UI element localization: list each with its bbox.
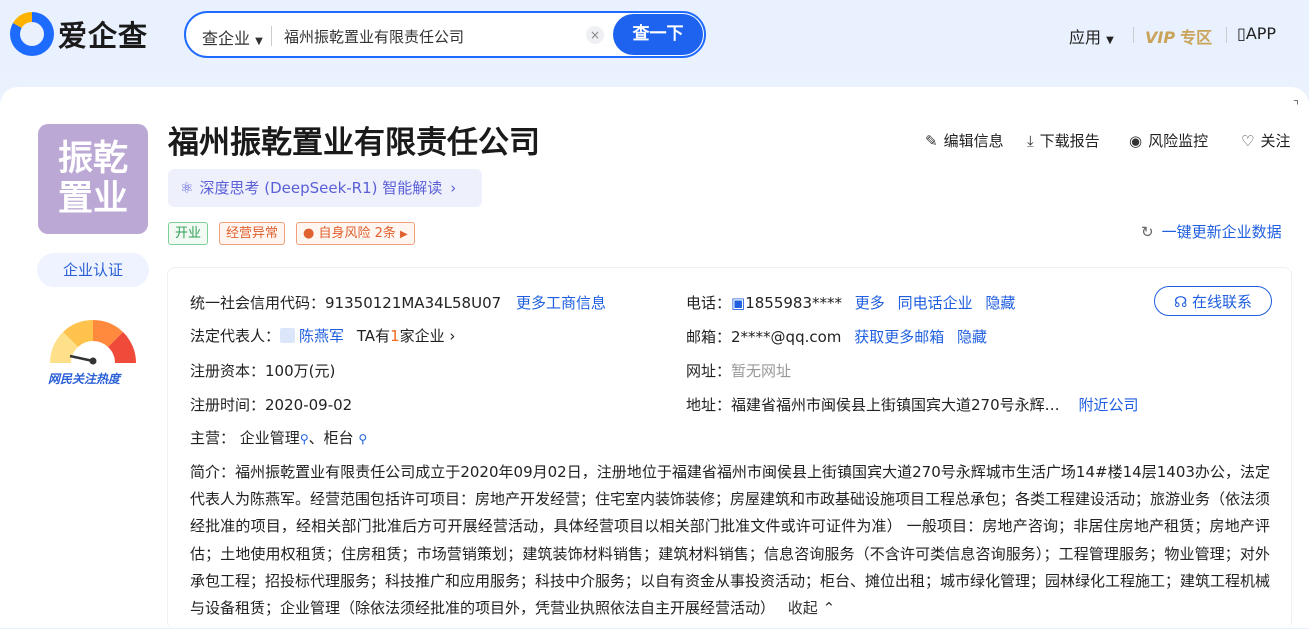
headset-icon: ☊ [1173,293,1188,311]
download-icon: ⤓ [1027,131,1034,150]
reg-time-row: 注册时间：2020-09-02 [190,396,353,414]
pencil-icon: ✎ [925,131,938,150]
avatar-icon [280,328,296,343]
nearby-companies-link[interactable]: 附近公司 [1078,396,1138,414]
edit-info-button[interactable]: ✎ 编辑信息 [925,130,1004,151]
chevron-right-icon: › [450,179,457,197]
website-row: 网址：暂无网址 [686,362,792,380]
download-report-button[interactable]: ⤓ 下载报告 [1027,130,1100,151]
email-hide-link[interactable]: 隐藏 [957,328,987,346]
abnormal-badge[interactable]: 经营异常 [219,222,286,245]
corner-icon[interactable]: ⌝ [1293,99,1299,114]
phone-more-link[interactable]: 更多 [855,294,885,312]
company-logo: 振乾 置业 [38,124,148,234]
deepseek-button[interactable]: ⚛ 深度思考 (DeepSeek-R1) 智能解读 › [168,169,482,207]
triangle-right-icon: ▶ [400,229,408,240]
search-input[interactable] [282,22,576,50]
more-business-link[interactable]: 更多工商信息 [516,294,606,312]
nav-divider [1226,27,1227,43]
chevron-right-icon: › [444,327,456,345]
popularity-gauge-icon [49,319,137,365]
certification-button[interactable]: 企业认证 [37,253,149,287]
credit-code-value: 91350121MA34L58U07 [325,294,502,312]
nav-app[interactable]: ▯APP [1237,24,1276,43]
refresh-icon: ↻ [1141,223,1154,241]
site-logo[interactable]: 爱企查 [10,12,148,56]
phone-icon: ▯ [1237,24,1246,43]
email-row: 邮箱：2****@qq.com 获取更多邮箱 隐藏 [686,328,987,346]
company-name: 福州振乾置业有限责任公司 [168,125,540,161]
risk-badge[interactable]: ● 自身风险 2条 ▶ [296,222,415,245]
search-icon: ⚲ [299,432,309,446]
nav-divider [1133,27,1134,43]
search-scope-select[interactable]: 查企业 ▼ [202,25,263,49]
heart-icon: ♡ [1241,131,1255,150]
alert-icon: ● [303,226,315,241]
atom-icon: ⚛ [180,179,194,197]
legal-name-link[interactable]: 陈燕军 [299,327,344,345]
chevron-up-icon: ⌃ [822,599,836,618]
search-bar: 查企业 ▼ × 查一下 [184,11,706,58]
credit-code-row: 统一社会信用代码：91350121MA34L58U07 更多工商信息 [190,294,606,312]
main-item-1[interactable]: 企业管理⚲ [240,429,309,447]
capital-row: 注册资本：100万(元) [190,362,336,380]
risk-monitor-button[interactable]: ◉ 风险监控 [1129,130,1208,151]
popularity-label: 网民关注热度 [48,372,121,386]
legal-companies-link[interactable]: TA有1家企业 › [357,327,456,345]
phone-icon: ▣ [731,294,746,312]
eye-icon: ◉ [1129,131,1143,150]
company-intro: 简介：福州振乾置业有限责任公司成立于2020年09月02日，注册地位于福建省福州… [190,463,1271,618]
clear-icon[interactable]: × [586,26,604,44]
nav-apps[interactable]: 应用 ▼ [1069,24,1114,48]
nav-vip[interactable]: VIP 专区 [1145,24,1212,48]
phone-row: 电话：▣1855983**** 更多 同电话企业 隐藏 [686,294,1016,312]
caret-down-icon: ▼ [255,36,263,47]
main-business-row: 主营： 企业管理⚲、柜台 ⚲ [190,429,368,447]
same-phone-link[interactable]: 同电话企业 [898,294,973,312]
update-data-button[interactable]: ↻ 一键更新企业数据 [1141,221,1282,242]
online-contact-button[interactable]: ☊ 在线联系 [1154,286,1272,316]
phone-hide-link[interactable]: 隐藏 [985,294,1015,312]
logo-icon [10,12,54,56]
search-button[interactable]: 查一下 [613,14,703,55]
status-badge: 开业 [168,222,209,245]
collapse-button[interactable]: 收起 ⌃ [788,599,835,617]
search-divider [271,26,272,46]
search-icon: ⚲ [358,432,368,446]
main-item-2[interactable]: 柜台 ⚲ [324,429,368,447]
caret-down-icon: ▼ [1106,35,1114,46]
address-row: 地址：福建省福州市闽侯县上街镇国宾大道270号永辉… 附近公司 [686,396,1139,414]
logo-text: 爱企查 [58,19,149,53]
more-email-link[interactable]: 获取更多邮箱 [854,328,944,346]
legal-rep-row: 法定代表人： 陈燕军 TA有1家企业 › [190,327,456,345]
follow-button[interactable]: ♡ 关注 [1241,130,1290,151]
